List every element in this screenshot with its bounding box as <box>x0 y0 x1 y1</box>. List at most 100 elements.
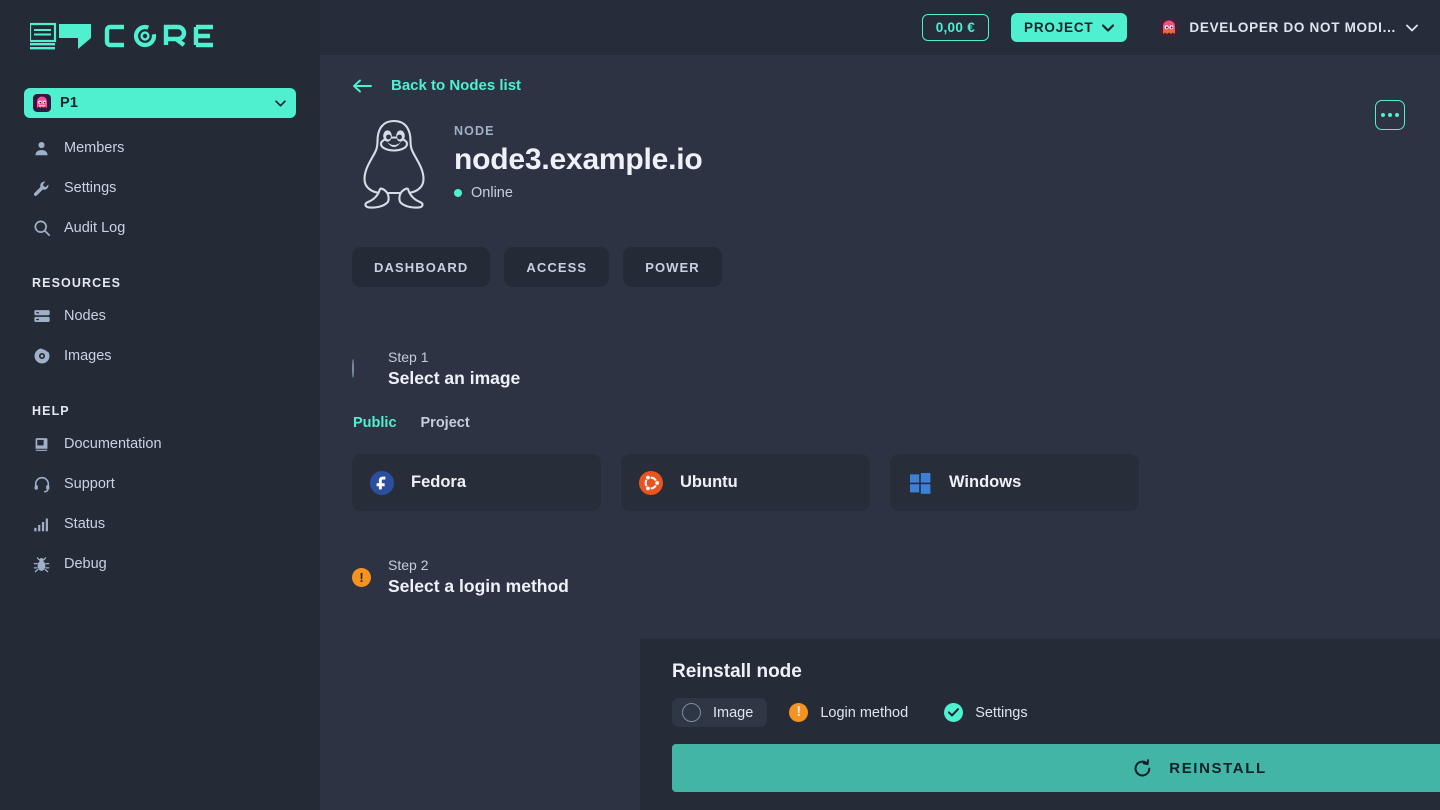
sidebar-item-label: Audit Log <box>64 220 126 236</box>
sidebar-item-label: Support <box>64 476 115 492</box>
step-pending-icon <box>682 703 701 722</box>
project-button-label: PROJECT <box>1024 20 1094 35</box>
sidebar-item-label: Members <box>64 140 125 156</box>
reinstall-panel: Reinstall node Image ! Login method Sett… <box>640 638 1440 810</box>
sidebar-item-debug[interactable]: Debug <box>24 544 296 584</box>
bar-chart-icon <box>32 515 51 534</box>
sidebar-item-audit-log[interactable]: Audit Log <box>24 208 296 248</box>
step-1-title: Select an image <box>388 368 521 388</box>
warning-icon: ! <box>789 703 809 722</box>
sidebar-item-label: Nodes <box>64 308 106 324</box>
sidebar-item-label: Images <box>64 348 112 364</box>
tux-linux-icon <box>363 119 425 209</box>
headset-icon <box>32 475 51 494</box>
image-source-tabs: Public Project <box>352 415 1440 431</box>
os-card-windows[interactable]: Windows <box>890 454 1139 511</box>
node-header: NODE node3.example.io Online <box>352 116 1440 212</box>
back-to-nodes-list-link[interactable]: Back to Nodes list <box>352 77 521 94</box>
reinstall-step-chips: Image ! Login method Settings <box>672 698 1440 727</box>
project-button[interactable]: PROJECT <box>1011 13 1128 42</box>
server-icon <box>32 307 51 326</box>
os-card-ubuntu[interactable]: Ubuntu <box>621 454 870 511</box>
step-1: Step 1 Select an image <box>352 349 1440 389</box>
reinstall-chip-label: Settings <box>975 704 1028 721</box>
tab-dashboard[interactable]: DASHBOARD <box>352 247 491 287</box>
ghost-avatar-icon <box>33 94 51 112</box>
subtab-project[interactable]: Project <box>421 415 470 431</box>
dot <box>1395 113 1399 117</box>
sidebar-item-documentation[interactable]: Documentation <box>24 424 296 464</box>
sidebar-item-support[interactable]: Support <box>24 464 296 504</box>
chevron-down-icon <box>275 99 286 107</box>
os-image-list: Fedora Ubuntu Windows <box>352 454 1440 511</box>
windows-icon <box>907 470 933 496</box>
os-card-label: Fedora <box>411 473 467 491</box>
step-1-number: Step 1 <box>388 349 429 365</box>
reinstall-button[interactable]: REINSTALL <box>672 744 1440 792</box>
sidebar-item-nodes[interactable]: Nodes <box>24 296 296 336</box>
sidebar-item-status[interactable]: Status <box>24 504 296 544</box>
sidebar-item-label: Status <box>64 516 106 532</box>
project-selector[interactable]: P1 <box>24 88 296 118</box>
user-menu[interactable]: DEVELOPER DO NOT MODI... <box>1159 17 1418 38</box>
sidebar-primary-nav: Members Settings Audit Log <box>24 128 296 248</box>
os-card-fedora[interactable]: Fedora <box>352 454 601 511</box>
reinstall-button-label: REINSTALL <box>1169 759 1267 777</box>
page-title: node3.example.io <box>454 142 703 176</box>
chevron-down-icon <box>1406 24 1418 31</box>
restore-icon <box>1134 758 1151 776</box>
core-o-target <box>133 24 157 48</box>
wrench-icon <box>32 179 51 198</box>
status-dot-icon <box>454 188 462 197</box>
warning-icon: ! <box>352 567 371 587</box>
book-icon <box>32 435 51 454</box>
back-link-label: Back to Nodes list <box>391 77 522 94</box>
credit-balance[interactable]: 0,00 € <box>921 14 990 41</box>
reinstall-chip-label: Image <box>713 704 754 721</box>
main-area: 0,00 € PROJECT DEVELOPER DO NOT MODI... … <box>320 0 1440 810</box>
step-2-number: Step 2 <box>388 557 429 573</box>
node-page-content: Back to Nodes list NODE node3.example.io… <box>320 55 1440 597</box>
sidebar: P1 Members Settings Audit Log RESOURCES … <box>0 0 320 810</box>
sidebar-group-resources-title: RESOURCES <box>32 276 122 290</box>
more-options-button[interactable] <box>1375 100 1405 130</box>
status-label: Online <box>471 184 513 201</box>
step-2-title: Select a login method <box>388 576 569 596</box>
reinstall-chip-label: Login method <box>820 704 909 721</box>
status-badge: Online <box>454 185 703 201</box>
sidebar-item-settings[interactable]: Settings <box>24 168 296 208</box>
dot <box>1381 113 1385 117</box>
disc-icon <box>32 347 51 366</box>
bug-icon <box>32 555 51 574</box>
node-tabs: DASHBOARD ACCESS POWER <box>352 247 1440 287</box>
arrow-left-icon <box>353 79 372 92</box>
sidebar-item-label: Settings <box>64 180 117 196</box>
sidebar-item-images[interactable]: Images <box>24 336 296 376</box>
reinstall-chip-login-method[interactable]: ! Login method <box>779 698 922 727</box>
user-menu-label: DEVELOPER DO NOT MODI... <box>1189 20 1396 35</box>
subtab-public[interactable]: Public <box>353 415 397 431</box>
reinstall-chip-image[interactable]: Image <box>672 698 768 727</box>
reinstall-chip-settings[interactable]: Settings <box>934 698 1041 727</box>
core-logo-icon <box>30 22 213 50</box>
os-card-label: Windows <box>949 473 1022 491</box>
ghost-avatar-icon <box>1159 17 1180 38</box>
check-icon <box>944 703 964 722</box>
step-2: ! Step 2 Select a login method <box>352 557 1440 597</box>
ubuntu-icon <box>638 470 664 496</box>
app-root: P1 Members Settings Audit Log RESOURCES … <box>0 0 1440 810</box>
os-card-label: Ubuntu <box>680 473 738 491</box>
sidebar-group-resources: Nodes Images <box>24 296 296 376</box>
brand-logo[interactable] <box>24 0 296 72</box>
sidebar-item-label: Documentation <box>64 436 162 452</box>
tab-access[interactable]: ACCESS <box>504 247 610 287</box>
dot <box>1388 113 1392 117</box>
tab-power[interactable]: POWER <box>623 247 722 287</box>
reinstall-panel-title: Reinstall node <box>672 661 802 682</box>
step-pending-icon <box>352 358 371 379</box>
top-bar: 0,00 € PROJECT DEVELOPER DO NOT MODI... <box>320 0 1440 55</box>
user-icon <box>32 139 51 158</box>
sidebar-item-label: Debug <box>64 556 107 572</box>
chevron-down-icon <box>1102 23 1115 32</box>
sidebar-item-members[interactable]: Members <box>24 128 296 168</box>
